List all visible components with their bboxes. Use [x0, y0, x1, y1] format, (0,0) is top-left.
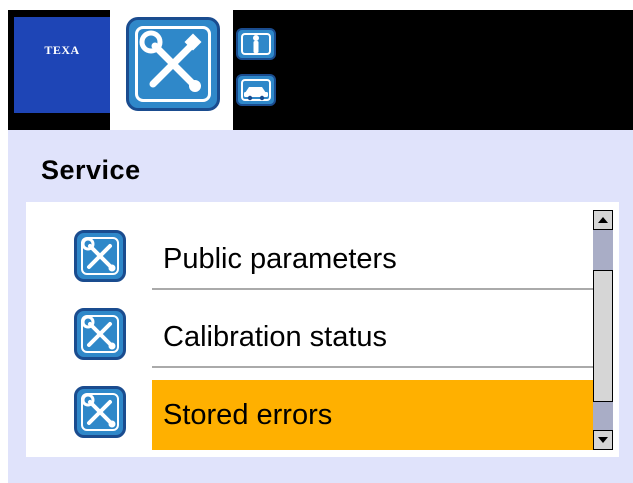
list-item-label: Calibration status: [163, 321, 388, 353]
list-item-label: Stored errors: [152, 380, 612, 450]
scroll-down-arrow-icon[interactable]: [593, 430, 613, 450]
car-icon[interactable]: [236, 74, 276, 106]
menu-list: Public parameters Calibration status Sto…: [26, 202, 619, 457]
scrollbar-thumb[interactable]: [593, 270, 613, 402]
list-item-calibration-status[interactable]: Calibration status: [26, 300, 619, 372]
page-title: Service: [41, 155, 141, 185]
list-item-stored-errors[interactable]: Stored errors: [26, 378, 619, 450]
person-icon[interactable]: [236, 28, 276, 60]
row-divider: [152, 366, 612, 368]
scroll-up-arrow-icon[interactable]: [593, 210, 613, 230]
service-wrench-screwdriver-icon: [126, 17, 220, 111]
wrench-screwdriver-icon: [74, 230, 126, 282]
row-divider: [152, 288, 612, 290]
wrench-screwdriver-icon: [74, 386, 126, 438]
logo-text: TEXA: [44, 43, 80, 57]
list-item-label: Public parameters: [163, 243, 397, 275]
texa-logo: TEXA: [14, 17, 110, 113]
scrollbar[interactable]: [593, 210, 613, 450]
list-item-public-parameters[interactable]: Public parameters: [26, 222, 619, 294]
app-frame: TEXA Service Public parameters Calibrati…: [0, 0, 633, 483]
wrench-screwdriver-icon: [74, 308, 126, 360]
